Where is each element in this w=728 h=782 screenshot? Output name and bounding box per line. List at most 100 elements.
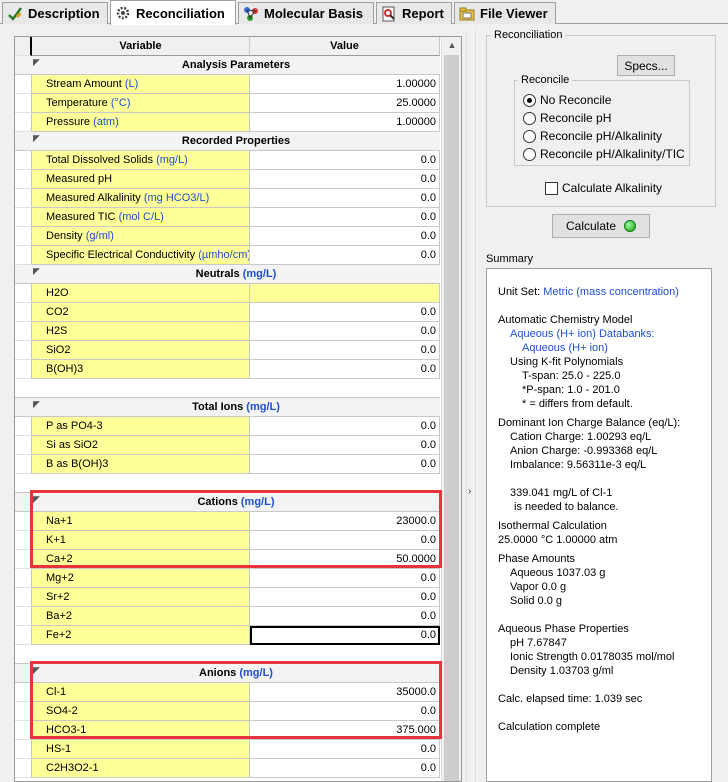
value-cell[interactable]: 0.0: [250, 341, 440, 360]
section-neutrals[interactable]: ◤ Neutrals (mg/L): [15, 265, 440, 284]
variable-label: Si as SiO2: [32, 436, 250, 455]
radio-selected-icon: [523, 93, 536, 107]
unit-set-line: Unit Set: Metric (mass concentration): [498, 286, 679, 298]
value-cell[interactable]: 50.0000: [250, 550, 440, 569]
table-row: Ba+2 0.0: [15, 607, 440, 626]
value-cell[interactable]: 0.0: [250, 417, 440, 436]
status-ok-icon: [624, 220, 637, 232]
variable-label: Temperature (°C): [32, 94, 250, 113]
summary-line: Solid 0.0 g: [510, 595, 562, 607]
summary-line: * = differs from default.: [522, 398, 633, 410]
value-cell[interactable]: 0.0: [250, 170, 440, 189]
radio-icon: [523, 129, 536, 143]
variable-label: Fe+2: [32, 626, 250, 645]
value-cell[interactable]: 25.0000: [250, 94, 440, 113]
table-row: Cl-1 35000.0: [15, 683, 440, 702]
unit-set-link[interactable]: Metric (mass concentration): [543, 286, 679, 298]
value-cell[interactable]: 0.0: [250, 246, 440, 265]
variable-label: H2O: [32, 284, 250, 303]
value-cell[interactable]: 0.0: [250, 531, 440, 550]
value-cell[interactable]: 0.0: [250, 322, 440, 341]
table-row: SO4-2 0.0: [15, 702, 440, 721]
section-analysis-parameters[interactable]: ◤ Analysis Parameters: [15, 56, 440, 75]
summary-line: Aqueous 1037.03 g: [510, 567, 606, 579]
table-row: Na+1 23000.0: [15, 512, 440, 531]
value-cell[interactable]: 23000.0: [250, 512, 440, 531]
summary-line: T-span: 25.0 - 225.0: [522, 370, 621, 382]
variable-label: K+1: [32, 531, 250, 550]
value-cell-selected[interactable]: 0.0: [250, 626, 440, 645]
variable-label: B(OH)3: [32, 360, 250, 379]
grid-scrollbar[interactable]: ▲: [441, 37, 461, 781]
scrollbar-thumb[interactable]: [444, 55, 459, 781]
col-header-value[interactable]: Value: [250, 37, 440, 56]
table-row: Pressure (atm) 1.00000: [15, 113, 440, 132]
value-cell[interactable]: 0.0: [250, 151, 440, 170]
summary-line: Calculation complete: [498, 721, 601, 733]
summary-line-ph: pH 7.67847: [510, 637, 567, 649]
radio-reconcile-ph[interactable]: Reconcile pH: [523, 110, 611, 126]
value-cell[interactable]: 1.00000: [250, 75, 440, 94]
section-recorded-properties[interactable]: ◤ Recorded Properties: [15, 132, 440, 151]
summary-line: Density 1.03703 g/ml: [510, 665, 614, 677]
value-cell[interactable]: 375.000: [250, 721, 440, 740]
value-cell[interactable]: 0.0: [250, 303, 440, 322]
radio-reconcile-ph-alkalinity[interactable]: Reconcile pH/Alkalinity: [523, 128, 662, 144]
summary-line: Aqueous Phase Properties: [498, 623, 629, 635]
value-cell[interactable]: 0.0: [250, 455, 440, 474]
summary-line: Aqueous (H+ ion) Databanks:: [510, 328, 655, 340]
tab-molecular-basis[interactable]: Molecular Basis: [238, 2, 374, 24]
molecule-icon: [244, 6, 258, 21]
value-cell[interactable]: 0.0: [250, 740, 440, 759]
summary-line: Using K-fit Polynomials: [510, 356, 624, 368]
folder-icon: [459, 7, 475, 20]
value-cell[interactable]: 35000.0: [250, 683, 440, 702]
summary-line: 339.041 mg/L of Cl-1: [510, 487, 613, 499]
value-cell[interactable]: 0.0: [250, 189, 440, 208]
calculate-alkalinity-checkbox[interactable]: Calculate Alkalinity: [545, 180, 662, 196]
section-cations[interactable]: ◤ Cations (mg/L): [15, 493, 440, 512]
panel-splitter[interactable]: ›: [466, 30, 476, 782]
value-cell[interactable]: 0.0: [250, 569, 440, 588]
variable-label: SiO2: [32, 341, 250, 360]
tab-report[interactable]: Report: [376, 2, 452, 24]
table-row: Measured pH 0.0: [15, 170, 440, 189]
table-row: Fe+2 0.0: [15, 626, 440, 645]
value-cell[interactable]: 0.0: [250, 227, 440, 246]
section-anions[interactable]: ◤ Anions (mg/L): [15, 664, 440, 683]
chevron-right-icon[interactable]: ›: [468, 486, 471, 497]
value-cell[interactable]: 0.0: [250, 702, 440, 721]
table-row: Mg+2 0.0: [15, 569, 440, 588]
summary-line: Imbalance: 9.56311e-3 eq/L: [510, 459, 647, 471]
summary-line: *P-span: 1.0 - 201.0: [522, 384, 620, 396]
value-cell[interactable]: 0.0: [250, 436, 440, 455]
table-row: Specific Electrical Conductivity (µmho/c…: [15, 246, 440, 265]
section-total-ions[interactable]: ◤ Total Ions (mg/L): [15, 398, 440, 417]
radio-no-reconcile[interactable]: No Reconcile: [523, 92, 611, 108]
table-row: K+1 0.0: [15, 531, 440, 550]
summary-line: Vapor 0.0 g: [510, 581, 567, 593]
variable-label: HS-1: [32, 740, 250, 759]
summary-title: Summary: [486, 253, 534, 265]
tab-file-viewer[interactable]: File Viewer: [454, 2, 556, 24]
value-cell[interactable]: 0.0: [250, 208, 440, 227]
grid-corner: [15, 37, 32, 56]
specs-button[interactable]: Specs...: [617, 55, 675, 76]
variable-label: Stream Amount (L): [32, 75, 250, 94]
value-cell[interactable]: 0.0: [250, 607, 440, 626]
value-cell[interactable]: 0.0: [250, 588, 440, 607]
tab-reconciliation[interactable]: Reconciliation: [110, 0, 236, 25]
check-pencil-icon: [8, 6, 23, 21]
value-cell[interactable]: 0.0: [250, 360, 440, 379]
table-row: P as PO4-3 0.0: [15, 417, 440, 436]
calculate-button[interactable]: Calculate: [552, 214, 650, 238]
table-row: H2S 0.0: [15, 322, 440, 341]
value-cell[interactable]: [250, 284, 440, 303]
radio-icon: [523, 111, 536, 125]
value-cell[interactable]: 0.0: [250, 759, 440, 778]
col-header-variable[interactable]: Variable: [32, 37, 250, 56]
radio-reconcile-ph-alkalinity-tic[interactable]: Reconcile pH/Alkalinity/TIC: [523, 146, 685, 162]
scroll-up-arrow-icon[interactable]: ▲: [442, 37, 461, 54]
value-cell[interactable]: 1.00000: [250, 113, 440, 132]
tab-description[interactable]: Description: [2, 2, 108, 24]
